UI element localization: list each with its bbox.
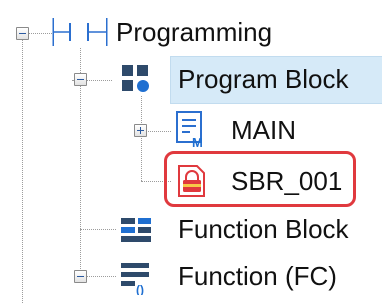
function-fc-collapse-toggle[interactable] <box>74 270 87 283</box>
locked-subroutine-icon <box>178 165 205 197</box>
function-block-icon <box>121 218 151 242</box>
programming-collapse-toggle[interactable] <box>16 27 29 40</box>
program-blocks-icon <box>122 65 149 92</box>
main-expand-toggle[interactable] <box>134 124 147 137</box>
tree-guide-root <box>22 40 23 303</box>
svg-text:M: M <box>192 135 203 148</box>
function-fc-icon: () <box>121 263 149 295</box>
program-block-collapse-toggle[interactable] <box>74 73 87 86</box>
tree-item-program-block-label[interactable]: Program Block <box>178 64 349 94</box>
tree-guide-level2 <box>141 96 142 181</box>
main-program-icon: M <box>176 111 203 148</box>
tree-item-function-fc-label[interactable]: Function (FC) <box>178 261 337 291</box>
tree-item-programming-label[interactable]: Programming <box>116 17 272 47</box>
project-tree: Programming Program Block M MAIN SBR_001… <box>0 0 382 303</box>
tree-item-main-label[interactable]: MAIN <box>231 115 296 145</box>
tree-item-function-block-label[interactable]: Function Block <box>178 214 349 244</box>
svg-text:(): () <box>136 283 144 295</box>
ladder-contacts-icon <box>52 18 108 46</box>
tree-item-sbr-label[interactable]: SBR_001 <box>231 166 342 196</box>
tree-guide-function-block <box>80 229 116 230</box>
